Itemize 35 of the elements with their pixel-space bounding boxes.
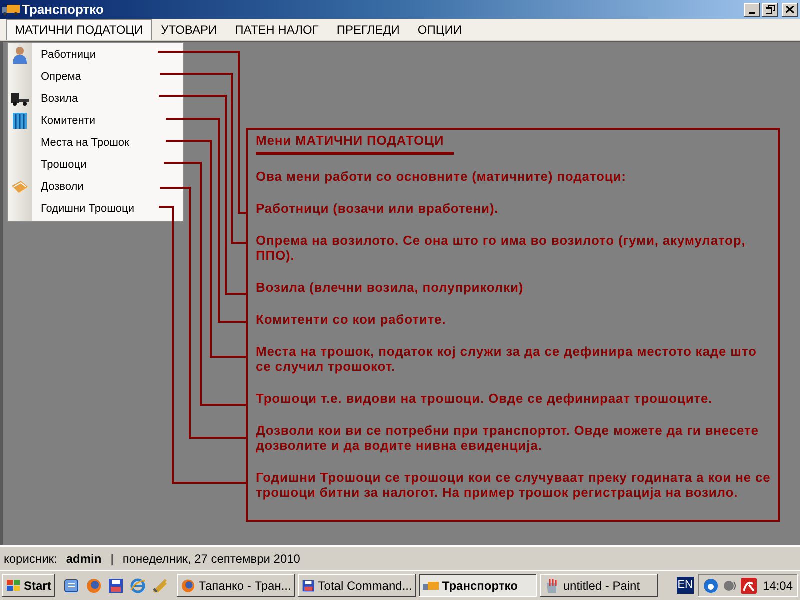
help-paragraph: Работници (возачи или вработени). [256,201,500,216]
separator: | [110,550,114,568]
help-paragraph: Комитенти со кои работите. [256,312,448,327]
clock: 14:04 [762,578,793,594]
help-paragraph: Годишни Трошоци се трошоци кои се случуваат преку годината а кои не се трошоци битни за налогот. На пример трошок регистрација на возило. [256,470,772,500]
help-paragraph: Дозволи кои ви се потребни при транспортот. Овде можете да ги внесете дозволите и да водите нивна евиденција. [256,423,760,453]
menu-item[interactable]: ОПЦИИ [408,19,472,40]
taskbar-button[interactable]: Total Command... [298,574,416,597]
menu-item[interactable]: Дозволи [32,176,183,198]
menu-item[interactable]: Места на Трошок [32,132,183,154]
start-button[interactable]: Start [2,574,56,597]
help-title: Мени МАТИЧНИ ПОДАТОЦИ [256,133,444,148]
menu-item[interactable]: ПРЕГЛЕДИ [328,19,409,40]
menu-item[interactable]: Возила [32,88,183,110]
date-text: понеделник, 27 септември 2010 [122,550,300,568]
window-title: Транспортко [22,0,104,19]
help-paragraph: Возила (влечни возила, полуприколки) [256,280,525,295]
help-paragraph: Ова мени работи со основните (матичните) податоци: [256,169,628,184]
menu-item[interactable]: УТОВАРИ [152,19,226,40]
menu-item[interactable]: Трошоци [32,154,183,176]
user-name: admin [66,550,102,568]
menu-item[interactable]: МАТИЧНИ ПОДАТОЦИ [6,19,152,40]
help-paragraph: Трошоци т.е. видови на трошоци. Овде се дефинираат трошоците. [256,391,714,406]
menu-item[interactable]: Годишни Трошоци [32,198,183,220]
menu-item[interactable]: Работници [32,44,183,66]
language-indicator[interactable]: EN [676,577,694,594]
menu-item[interactable]: Комитенти [32,110,183,132]
taskbar-button[interactable]: untitled - Paint [540,574,658,597]
menu-item[interactable]: ПАТЕН НАЛОГ [226,19,328,40]
help-paragraph: Опрема на возилото. Се она што го има во возилото (гуми, акумулатор, ППО). [256,233,747,263]
taskbar-button[interactable]: Транспортко [419,574,538,597]
menu-item[interactable]: Опрема [32,66,183,88]
user-label: корисник: [4,550,58,568]
taskbar-button[interactable]: Тапанко - Тран... [177,574,296,597]
help-paragraph: Места на трошок, податок кој служи за да се дефинира местото каде што се случил трошокот. [256,344,758,374]
